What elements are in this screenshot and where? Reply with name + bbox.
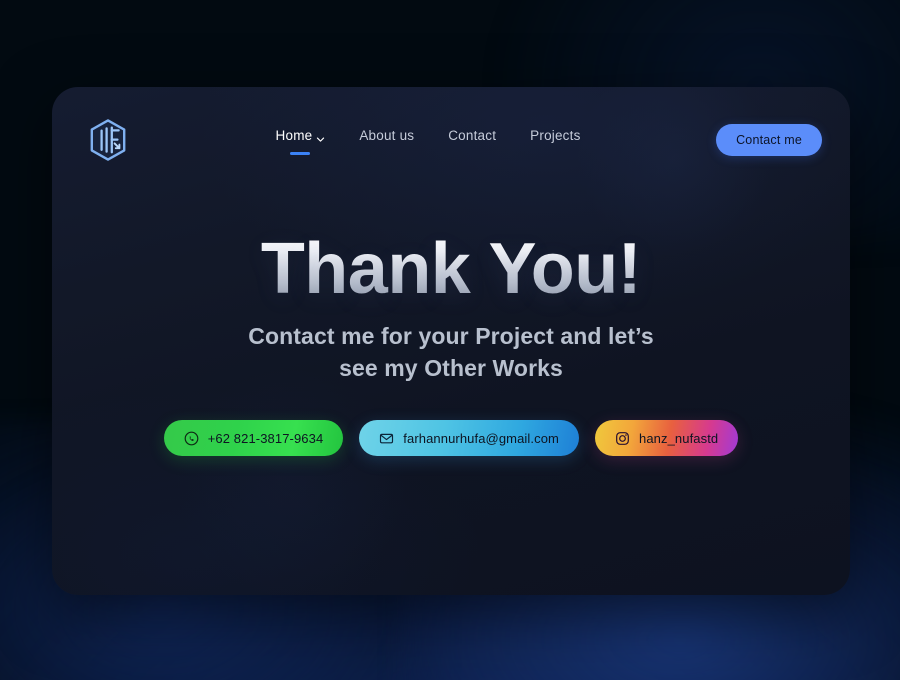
- hero-card: Home About us Contact Projects Contact m…: [52, 87, 850, 595]
- instagram-contact-button[interactable]: hanz_nufastd: [594, 420, 739, 457]
- nav-item-contact[interactable]: Contact: [446, 124, 498, 155]
- main-navigation: Home About us Contact Projects: [140, 124, 716, 155]
- instagram-icon: [615, 431, 630, 446]
- nav-item-home[interactable]: Home: [274, 124, 328, 155]
- page-root: Home About us Contact Projects Contact m…: [0, 0, 900, 680]
- whatsapp-contact-button[interactable]: +62 821-3817-9634: [163, 420, 344, 457]
- chevron-down-icon: [316, 132, 325, 142]
- nav-item-label: Contact: [448, 128, 497, 143]
- nav-item-label: About us: [359, 128, 415, 143]
- whatsapp-icon: [184, 431, 199, 446]
- site-header: Home About us Contact Projects Contact m…: [52, 87, 850, 192]
- contact-links: +62 821-3817-9634 farhannurhufa@gmail.co…: [163, 420, 739, 457]
- brand-logo[interactable]: [86, 116, 130, 164]
- hero-subtitle-line-2: see my Other Works: [339, 354, 563, 381]
- nav-active-indicator: [290, 151, 311, 155]
- hero-section: Thank You! Contact me for your Project a…: [52, 229, 850, 457]
- email-label: farhannurhufa@gmail.com: [403, 430, 559, 446]
- contact-me-button[interactable]: Contact me: [716, 123, 822, 156]
- envelope-icon: [379, 431, 394, 446]
- email-contact-button[interactable]: farhannurhufa@gmail.com: [359, 420, 579, 457]
- nav-item-label: Projects: [530, 128, 581, 143]
- nav-item-projects[interactable]: Projects: [528, 124, 582, 155]
- hexagon-f-logo-icon: [90, 118, 126, 161]
- instagram-label: hanz_nufastd: [638, 430, 719, 446]
- nav-item-about-us[interactable]: About us: [357, 124, 416, 155]
- hero-subtitle: Contact me for your Project and let’s se…: [248, 321, 653, 384]
- nav-item-label: Home: [275, 128, 313, 143]
- hero-subtitle-line-1: Contact me for your Project and let’s: [248, 323, 654, 349]
- page-title: Thank You!: [261, 229, 642, 315]
- whatsapp-label: +62 821-3817-9634: [207, 430, 324, 446]
